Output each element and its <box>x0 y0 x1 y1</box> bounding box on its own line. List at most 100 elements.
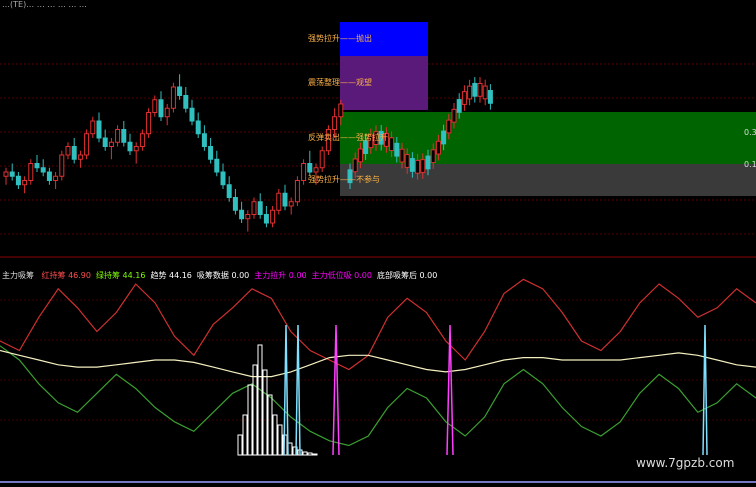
signal-spike <box>295 324 301 456</box>
candle-body <box>158 99 164 118</box>
candle-body <box>245 214 251 220</box>
candle-body <box>164 107 170 118</box>
candle-body <box>121 129 127 143</box>
candle-body <box>201 133 207 147</box>
candle-body <box>133 146 139 152</box>
series-line <box>0 349 756 378</box>
zone-band <box>340 164 756 196</box>
histogram-bar <box>252 364 258 456</box>
candle-body <box>357 148 363 163</box>
candle-body <box>239 209 245 220</box>
candle-body <box>482 85 488 100</box>
candle-body <box>487 90 493 104</box>
candle-body <box>404 154 410 168</box>
candle-body <box>40 167 46 173</box>
candle-body <box>90 120 96 135</box>
series-line <box>0 345 756 447</box>
signal-spike <box>446 324 454 456</box>
candle-body <box>146 112 152 135</box>
candle-body <box>108 141 114 147</box>
indicator-name: 主力吸筹 <box>2 271 34 280</box>
candle-body <box>409 158 415 172</box>
candle-body <box>456 99 462 113</box>
candle-body <box>96 120 102 139</box>
candle-body <box>232 197 238 211</box>
indicator-item: 绿持筹 44.16 <box>96 271 146 280</box>
candle-body <box>46 171 52 181</box>
candle-body <box>425 155 431 170</box>
indicator-item: 红持筹 46.90 <box>41 271 91 280</box>
candle-body <box>415 159 421 174</box>
candle-body <box>127 141 133 152</box>
signal-spike <box>702 324 708 456</box>
candle-body <box>282 192 288 207</box>
candle-body <box>177 86 183 96</box>
candle-body <box>251 201 257 215</box>
candle-body <box>301 163 307 181</box>
candle-body <box>170 86 176 109</box>
zone-label: 强势拉升——抛出 <box>308 34 372 43</box>
watermark: www.7gpzb.com <box>636 456 735 470</box>
indicator-item: 底部吸筹后 0.00 <box>376 271 438 280</box>
histogram-bar <box>242 414 248 456</box>
zone-label: 强势拉升——不参与 <box>308 175 380 184</box>
candle-body <box>389 137 395 152</box>
histogram-bar <box>272 414 278 456</box>
candle-body <box>15 175 21 186</box>
candle-body <box>77 154 83 160</box>
candle-body <box>420 159 426 173</box>
signal-spike <box>332 324 340 456</box>
candle-body <box>84 133 90 156</box>
candle-body <box>441 130 447 145</box>
histogram-bar <box>257 344 263 456</box>
candle-body <box>257 201 263 215</box>
candle-body <box>446 119 452 134</box>
candle-body <box>152 99 158 113</box>
candle-body <box>270 209 276 224</box>
candle-body <box>338 103 344 118</box>
series-line <box>0 278 756 371</box>
indicator-header: 主力吸筹 红持筹 46.90 绿持筹 44.16 趋势 44.16 吸筹数据 0.00… <box>2 270 442 281</box>
candle-body <box>430 149 436 164</box>
axis-value: 0.19 <box>744 160 756 169</box>
candle-body <box>294 180 300 203</box>
candle-body <box>263 214 269 224</box>
histogram-bar <box>277 424 283 456</box>
candle-body <box>115 129 121 143</box>
chart-svg <box>0 22 756 483</box>
candle-body <box>28 163 34 181</box>
candle-body <box>477 82 483 97</box>
candle-body <box>332 116 338 130</box>
candle-body <box>34 163 40 169</box>
candle-body <box>399 148 405 163</box>
indicator-item: 主力拉升 0.00 <box>254 271 307 280</box>
histogram-bar <box>267 394 273 456</box>
candle-body <box>71 146 77 160</box>
candle-body <box>394 142 400 157</box>
candle-body <box>276 192 282 211</box>
candle-body <box>319 150 325 169</box>
candle-body <box>352 158 358 173</box>
candle-body <box>288 201 294 207</box>
candle-body <box>208 146 214 160</box>
candle-body <box>102 137 108 147</box>
candle-body <box>3 171 9 177</box>
candle-body <box>472 82 478 97</box>
top-header: …(TE)… … … … … … <box>2 0 87 9</box>
candle-body <box>214 158 220 173</box>
candle-body <box>451 108 457 123</box>
histogram-bar <box>307 452 313 456</box>
candle-body <box>53 175 59 181</box>
candle-body <box>307 163 313 173</box>
histogram-bar <box>302 451 308 456</box>
histogram-bar <box>312 453 318 456</box>
candle-body <box>226 184 232 198</box>
candle-body <box>9 171 15 177</box>
candle-body <box>22 180 28 186</box>
candle-body <box>139 133 145 147</box>
histogram-bar <box>237 434 243 456</box>
candle-body <box>435 140 441 155</box>
candle-body <box>183 95 189 109</box>
candle-body <box>461 91 467 105</box>
candle-body <box>65 146 71 156</box>
